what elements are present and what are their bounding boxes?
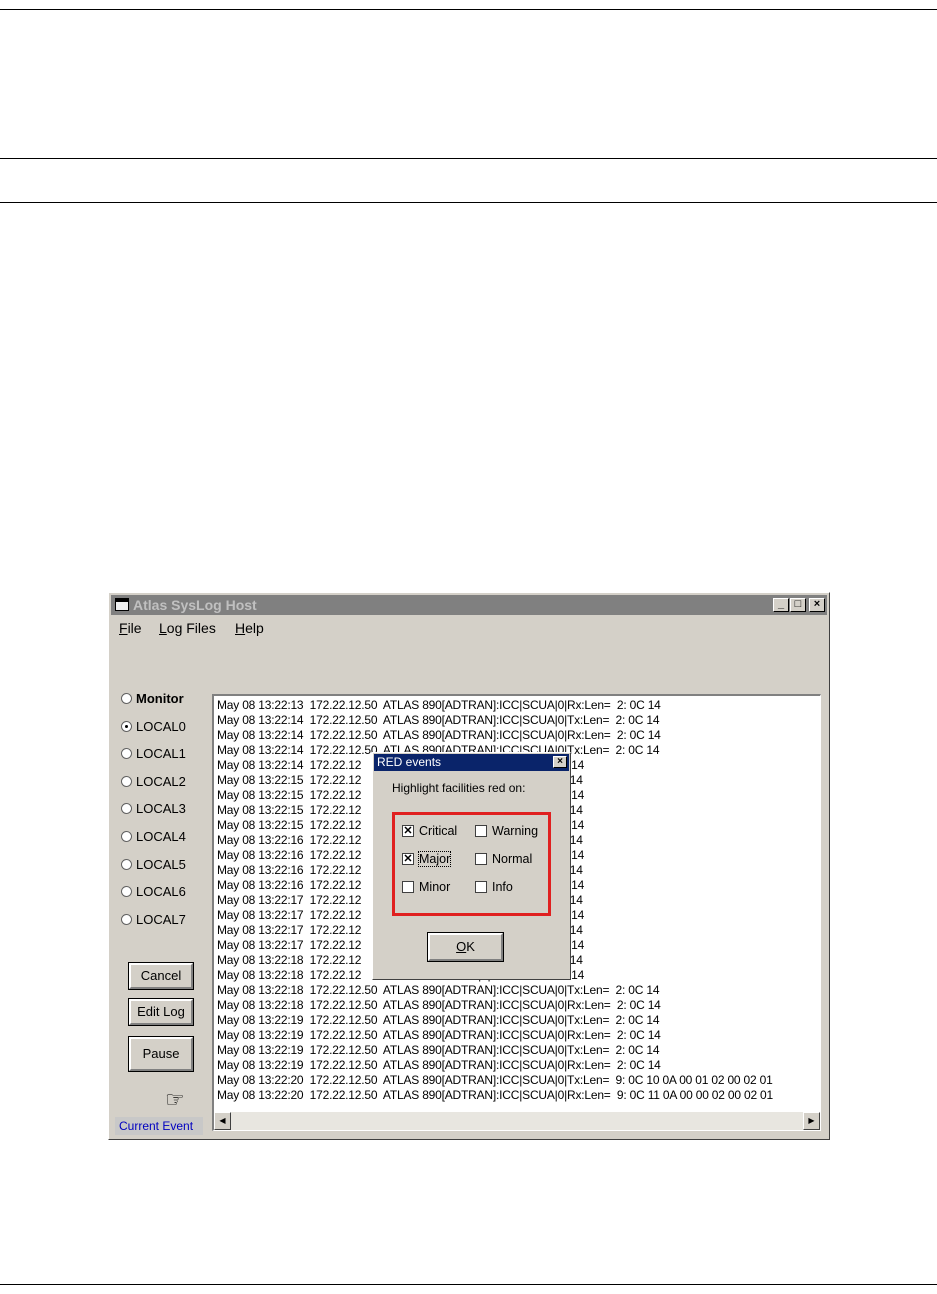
- log-line: May 08 13:22:19 172.22.12.50 ATLAS 890[A…: [217, 1043, 660, 1057]
- section-rule-lower: [0, 202, 937, 203]
- checkbox-box: ✕: [402, 853, 414, 865]
- log-line: May 08 13:22:19 172.22.12.50 ATLAS 890[A…: [217, 1013, 660, 1027]
- radio-label: LOCAL1: [136, 746, 186, 761]
- horizontal-scrollbar[interactable]: ◀ ▶: [214, 1112, 820, 1130]
- ok-button[interactable]: OK: [427, 932, 504, 962]
- checkbox-box: [475, 853, 487, 865]
- radio-label: LOCAL2: [136, 774, 186, 789]
- radio-label: LOCAL0: [136, 719, 186, 734]
- cancel-button[interactable]: Cancel: [128, 962, 194, 990]
- close-button[interactable]: ×: [809, 598, 825, 612]
- checkbox-box: [475, 881, 487, 893]
- radio-indicator: [121, 859, 132, 870]
- log-line: May 08 13:22:19 172.22.12.50 ATLAS 890[A…: [217, 1058, 661, 1072]
- syslog-window: Atlas SysLog Host _ □ × File Log Files H…: [108, 592, 830, 1140]
- section-rule-upper: [0, 158, 937, 159]
- menu-bar: File Log Files Help: [111, 617, 827, 637]
- checkbox-box: ✕: [402, 825, 414, 837]
- pointing-hand-icon: ☞: [165, 1087, 185, 1112]
- menu-file[interactable]: File: [119, 620, 142, 636]
- radio-label: LOCAL4: [136, 829, 186, 844]
- title-bar[interactable]: Atlas SysLog Host _ □ ×: [111, 595, 827, 615]
- radio-indicator: [121, 914, 132, 925]
- log-line: May 08 13:22:13 172.22.12.50 ATLAS 890[A…: [217, 698, 661, 712]
- radio-indicator: [121, 803, 132, 814]
- checkbox-label: Critical: [419, 824, 458, 838]
- radio-indicator: [121, 748, 132, 759]
- dialog-title: RED events: [377, 755, 442, 769]
- checkbox-box: [475, 825, 487, 837]
- radio-indicator: [121, 776, 132, 787]
- log-line: May 08 13:22:18 172.22.12.50 ATLAS 890[A…: [217, 983, 660, 997]
- radio-indicator: [121, 831, 132, 842]
- log-line: May 08 13:22:20 172.22.12.50 ATLAS 890[A…: [217, 1088, 773, 1102]
- checkbox-label: Minor: [419, 880, 451, 894]
- dialog-prompt: Highlight facilities red on:: [392, 781, 526, 795]
- log-line: May 08 13:22:18 172.22.12.50 ATLAS 890[A…: [217, 998, 661, 1012]
- scroll-right-button[interactable]: ▶: [803, 1112, 820, 1130]
- checkbox-label: Info: [492, 880, 513, 894]
- radio-label: Monitor: [136, 691, 184, 706]
- radio-label: LOCAL7: [136, 912, 186, 927]
- radio-label: LOCAL6: [136, 884, 186, 899]
- radio-indicator: [121, 693, 132, 704]
- menu-help[interactable]: Help: [235, 620, 264, 636]
- red-events-dialog: RED events × Highlight facilities red on…: [372, 752, 571, 980]
- top-rule: [0, 9, 937, 10]
- radio-label: LOCAL5: [136, 857, 186, 872]
- log-line: May 08 13:22:19 172.22.12.50 ATLAS 890[A…: [217, 1028, 661, 1042]
- checkbox-box: [402, 881, 414, 893]
- menu-log-files[interactable]: Log Files: [159, 620, 216, 636]
- checkbox-label: Warning: [492, 824, 539, 838]
- log-line: May 08 13:22:14 172.22.12.50 ATLAS 890[A…: [217, 728, 661, 742]
- radio-indicator: [121, 721, 132, 732]
- checkbox-label: Major: [417, 851, 452, 867]
- pause-button[interactable]: Pause: [128, 1036, 194, 1072]
- dialog-title-bar[interactable]: RED events ×: [374, 754, 569, 771]
- bottom-rule: [0, 1284, 937, 1285]
- maximize-button[interactable]: □: [790, 598, 806, 612]
- radio-indicator: [121, 886, 132, 897]
- log-line: May 08 13:22:14 172.22.12.50 ATLAS 890[A…: [217, 713, 660, 727]
- scroll-left-button[interactable]: ◀: [214, 1112, 231, 1130]
- checkbox-label: Normal: [492, 852, 533, 866]
- app-icon: [115, 598, 129, 611]
- log-line: May 08 13:22:20 172.22.12.50 ATLAS 890[A…: [217, 1073, 773, 1087]
- dialog-close-button[interactable]: ×: [553, 756, 567, 768]
- radio-label: LOCAL3: [136, 801, 186, 816]
- edit-log-button[interactable]: Edit Log: [128, 998, 194, 1026]
- status-current-event: Current Event: [115, 1117, 203, 1135]
- window-title: Atlas SysLog Host: [133, 597, 257, 613]
- minimize-button[interactable]: _: [773, 598, 789, 612]
